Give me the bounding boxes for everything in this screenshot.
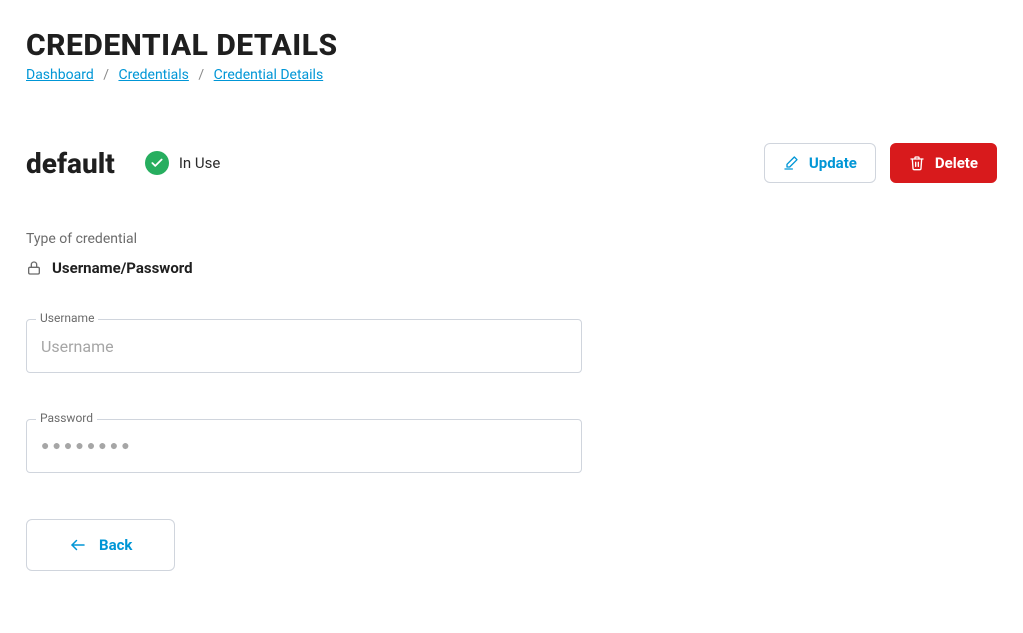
breadcrumb-credential-details[interactable]: Credential Details: [214, 67, 324, 83]
pencil-icon: [783, 155, 799, 171]
username-label: Username: [36, 311, 98, 325]
password-field-wrap: Password ●●●●●●●●: [26, 419, 582, 473]
password-input[interactable]: ●●●●●●●●: [26, 419, 582, 473]
password-label: Password: [36, 411, 97, 425]
lock-icon: [26, 260, 42, 276]
credential-type-section: Type of credential Username/Password: [26, 231, 997, 277]
trash-icon: [909, 155, 925, 171]
username-input[interactable]: [26, 319, 582, 373]
credential-type-value: Username/Password: [52, 259, 193, 277]
delete-button-label: Delete: [935, 154, 978, 172]
credential-header: default In Use Update Dele: [26, 143, 997, 183]
update-button[interactable]: Update: [764, 143, 876, 183]
breadcrumb-credentials[interactable]: Credentials: [118, 67, 188, 83]
page-title: CREDENTIAL DETAILS: [26, 28, 997, 63]
breadcrumb: Dashboard / Credentials / Credential Det…: [26, 67, 997, 83]
credential-type-row: Username/Password: [26, 259, 997, 277]
breadcrumb-sep: /: [198, 67, 204, 83]
credential-title-group: default In Use: [26, 147, 220, 180]
password-masked-value: ●●●●●●●●: [41, 419, 133, 473]
type-section-label: Type of credential: [26, 231, 997, 247]
check-circle-icon: [145, 151, 169, 175]
arrow-left-icon: [69, 536, 87, 554]
action-buttons: Update Delete: [764, 143, 997, 183]
status-label: In Use: [179, 154, 221, 172]
breadcrumb-dashboard[interactable]: Dashboard: [26, 67, 94, 83]
credential-name: default: [26, 147, 115, 180]
status-badge: In Use: [145, 151, 221, 175]
update-button-label: Update: [809, 154, 857, 172]
breadcrumb-sep: /: [103, 67, 109, 83]
delete-button[interactable]: Delete: [890, 143, 997, 183]
back-button[interactable]: Back: [26, 519, 175, 571]
back-button-label: Back: [99, 536, 132, 554]
username-field-wrap: Username: [26, 319, 582, 373]
